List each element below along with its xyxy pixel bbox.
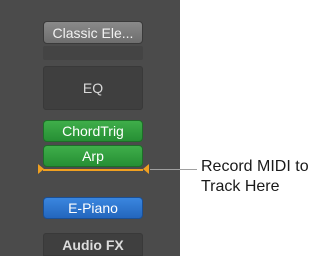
callout-label: Record MIDI to Track Here — [201, 157, 335, 197]
channel-strip: Classic Ele... EQ ChordTrig Arp E-Piano … — [0, 0, 180, 256]
record-position-left-arrow-icon[interactable] — [38, 164, 44, 174]
callout-leader-line — [150, 169, 197, 170]
midi-fx-arp-slot[interactable]: Arp — [43, 145, 143, 167]
audio-fx-label: Audio FX — [43, 233, 143, 256]
record-midi-insertion-line[interactable] — [43, 169, 143, 171]
midi-fx-chordtrig-slot[interactable]: ChordTrig — [43, 120, 143, 142]
empty-plugin-slot[interactable] — [43, 46, 143, 60]
callout-line-2: Track Here — [201, 178, 280, 195]
instrument-slot-button[interactable]: Classic Ele... — [43, 21, 143, 44]
record-position-right-arrow-icon[interactable] — [143, 164, 149, 174]
eq-button[interactable]: EQ — [43, 66, 143, 110]
e-piano-slot-button[interactable]: E-Piano — [43, 197, 143, 219]
callout-line-1: Record MIDI to — [201, 158, 309, 175]
